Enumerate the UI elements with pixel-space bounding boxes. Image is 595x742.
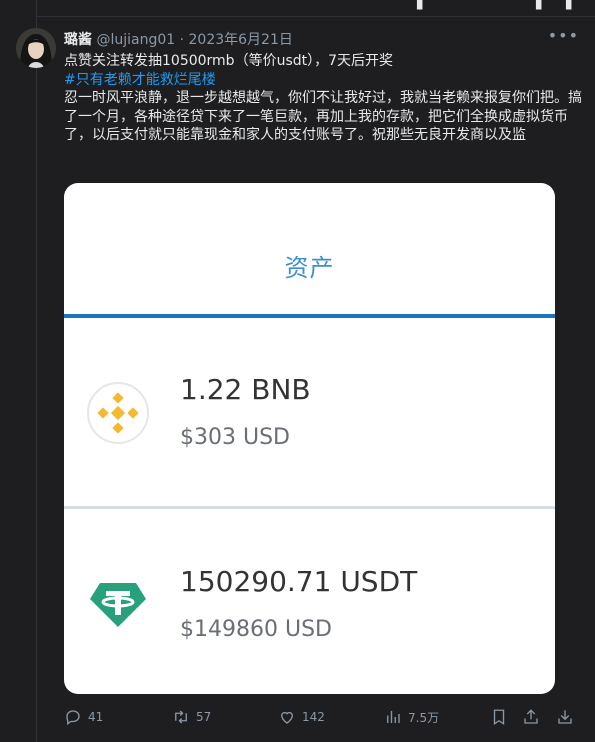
tweet-line: 点赞关注转发抽10500rmb（等价usdt），7天后开奖: [64, 53, 394, 69]
tweet-header: 璐酱 @lujiang01 · 2023年6月21日: [64, 29, 293, 49]
bnb-amount: 1.22 BNB: [180, 373, 311, 406]
title-underline: [64, 314, 555, 318]
reply-count: 41: [88, 710, 104, 724]
assets-title: 资产: [284, 254, 335, 282]
views-count: 7.5万: [408, 710, 440, 725]
display-name[interactable]: 璐酱: [64, 32, 92, 48]
bookmark-icon: [493, 709, 505, 726]
top-divider: [36, 16, 595, 17]
hashtag-link[interactable]: #只有老赖才能救烂尾楼: [64, 71, 584, 90]
tweet-frame: ▌ ▌ ▌ 璐酱 @lujiang01 · 2023年6月21日 ••• 点赞关…: [0, 0, 595, 742]
media-image[interactable]: 资产 1.22 BNB $303 USD 150290.71 USDT $149…: [64, 183, 555, 694]
tweet-date[interactable]: 2023年6月21日: [189, 32, 293, 48]
tweet-body: 忍一时风平浪静，退一步越想越气，你们不让我好过，我就当老赖来报复你们把。搞了一个…: [64, 90, 582, 143]
avatar[interactable]: [16, 28, 56, 68]
share-icon: [524, 709, 538, 724]
asset-divider: [64, 506, 555, 509]
cut-off-top-icon: ▌: [566, 0, 577, 10]
cut-off-top-icon: ▌: [417, 0, 428, 10]
reply-button[interactable]: 41: [64, 705, 103, 729]
avatar-image: [16, 28, 56, 68]
usdt-usd-value: $149860 USD: [180, 617, 332, 642]
share-button[interactable]: [522, 705, 540, 729]
reply-icon: [66, 710, 80, 726]
tweet-text: 点赞关注转发抽10500rmb（等价usdt），7天后开奖 #只有老赖才能救烂尾…: [64, 52, 584, 145]
views-button[interactable]: 7.5万: [384, 705, 439, 729]
retweet-count: 57: [196, 710, 212, 724]
tweet-actions: 41 57 142 7.5万: [64, 705, 584, 729]
retweet-icon: [175, 710, 187, 724]
more-horizontal-icon[interactable]: •••: [548, 26, 579, 45]
download-button[interactable]: [556, 705, 574, 729]
download-icon: [558, 710, 572, 724]
cut-off-top-icon: ▌: [536, 0, 547, 10]
thread-divider: [36, 0, 37, 742]
bookmark-button[interactable]: [490, 705, 508, 729]
heart-icon: [281, 711, 293, 724]
views-icon: [387, 711, 400, 723]
retweet-button[interactable]: 57: [172, 705, 211, 729]
like-button[interactable]: 142: [278, 705, 325, 729]
bnb-coin-icon: [87, 382, 149, 444]
tether-coin-icon: [90, 583, 146, 627]
usdt-amount: 150290.71 USDT: [180, 565, 418, 598]
user-handle[interactable]: @lujiang01: [96, 32, 175, 48]
bnb-usd-value: $303 USD: [180, 425, 290, 450]
like-count: 142: [302, 710, 325, 724]
header-separator: ·: [179, 32, 185, 48]
